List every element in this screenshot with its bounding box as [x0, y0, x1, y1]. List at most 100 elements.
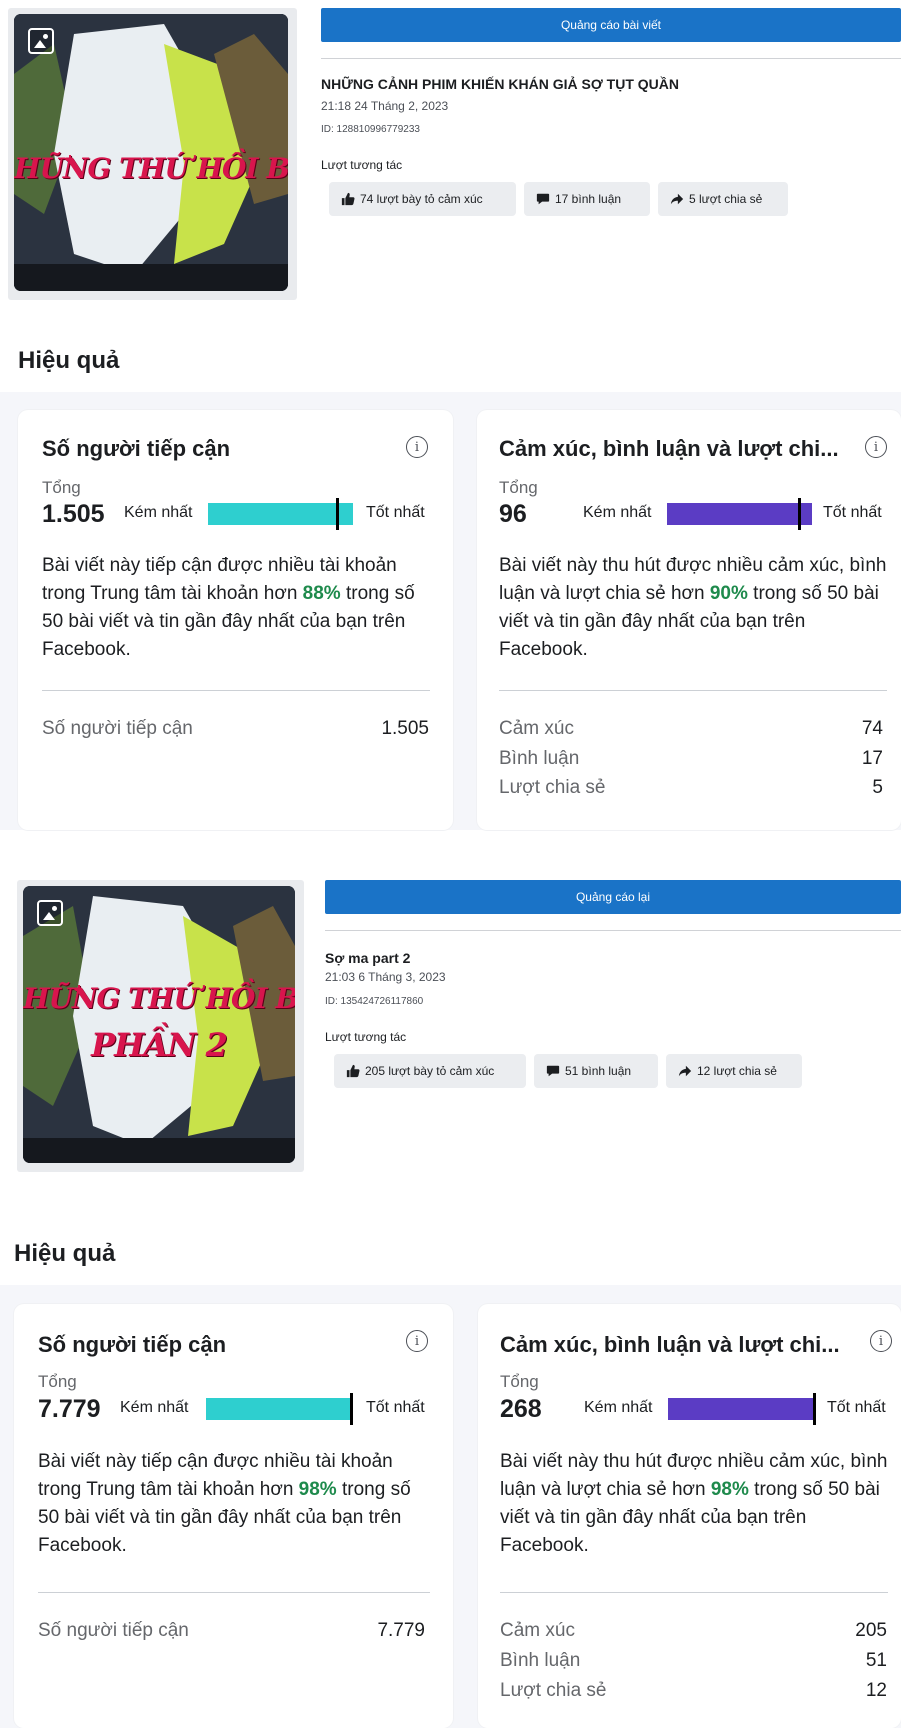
interactions-label: Lượt tương tác	[325, 1030, 407, 1044]
bar-remainder	[339, 503, 353, 525]
post-date: 21:03 6 Tháng 3, 2023	[325, 970, 446, 984]
header-divider	[325, 930, 901, 931]
thumbnail-caption-part: PHẦN 2	[91, 1026, 228, 1064]
interactions-label: Lượt tương tác	[321, 158, 403, 172]
reactions-count: 74 lượt bày tỏ cảm xúc	[360, 192, 483, 206]
media-icon	[37, 900, 63, 926]
engagement-bar	[667, 498, 812, 530]
info-icon[interactable]: i	[865, 436, 887, 458]
post-id: ID: 135424726117860	[325, 996, 424, 1007]
scale-high-label: Tốt nhất	[366, 1399, 425, 1416]
metric-value: 12	[865, 1680, 887, 1701]
reactions-chip[interactable]: 74 lượt bày tỏ cảm xúc	[329, 182, 516, 216]
metric-label: Số người tiếp cận	[38, 1620, 189, 1641]
percent-value: 98%	[298, 1479, 337, 1500]
metric-label: Bình luận	[499, 748, 580, 769]
card-divider	[38, 1592, 430, 1593]
performance-title: Hiệu quả	[14, 1240, 116, 1267]
thumbs-up-icon	[346, 1064, 360, 1078]
info-icon[interactable]: i	[406, 1330, 428, 1352]
total-value: 268	[500, 1395, 542, 1423]
media-icon	[28, 28, 54, 54]
metric-label: Cảm xúc	[500, 1620, 575, 1641]
reach-bar	[206, 1393, 353, 1425]
total-label: Tổng	[38, 1372, 77, 1391]
scale-low-label: Kém nhất	[120, 1399, 189, 1416]
scale-low-label: Kém nhất	[584, 1399, 653, 1416]
bar-fill	[668, 1398, 813, 1420]
total-label: Tổng	[500, 1372, 539, 1391]
post-thumbnail[interactable]: HỮNG THỨ HỒI BÉ SỢ VL S	[8, 8, 297, 300]
card-title: Số người tiếp cận	[42, 436, 231, 461]
metric-label: Lượt chia sẻ	[499, 777, 606, 798]
metric-label: Cảm xúc	[499, 718, 574, 739]
thumbnail-caption: HỮNG THỨ HỒI BÉ SỢ VL S	[23, 982, 295, 1015]
card-divider	[499, 690, 887, 691]
percent-value: 88%	[302, 583, 341, 604]
post-thumbnail[interactable]: HỮNG THỨ HỒI BÉ SỢ VL S PHẦN 2	[17, 880, 304, 1172]
post-title: Sợ ma part 2	[325, 950, 411, 966]
performance-title: Hiệu quả	[18, 347, 120, 374]
total-value: 7.779	[38, 1395, 101, 1423]
metric-value: 5	[872, 777, 883, 798]
thumbnail-image: HỮNG THỨ HỒI BÉ SỢ VL S PHẦN 2	[23, 886, 295, 1163]
thumbnail-image: HỮNG THỨ HỒI BÉ SỢ VL S	[14, 14, 288, 291]
info-icon[interactable]: i	[406, 436, 428, 458]
info-icon[interactable]: i	[870, 1330, 892, 1352]
thumbs-up-icon	[341, 192, 355, 206]
repromote-button[interactable]: Quảng cáo lại	[325, 880, 901, 914]
card-divider	[42, 690, 430, 691]
comment-icon	[546, 1065, 560, 1077]
card-divider	[500, 1592, 888, 1593]
engagement-card: Cảm xúc, bình luận và lượt chi... i Tổng…	[477, 410, 901, 830]
engagement-description: Bài viết này thu hút được nhiều cảm xúc,…	[499, 552, 891, 664]
bar-marker	[350, 1393, 353, 1425]
comment-icon	[536, 193, 550, 205]
percent-value: 90%	[709, 583, 748, 604]
scale-low-label: Kém nhất	[124, 504, 193, 521]
comments-count: 51 bình luận	[565, 1064, 632, 1078]
scale-low-label: Kém nhất	[583, 504, 652, 521]
header-divider	[321, 58, 901, 59]
engagement-bar	[668, 1393, 816, 1425]
bar-fill	[206, 1398, 350, 1420]
post-title: NHỮNG CẢNH PHIM KHIẾN KHÁN GIẢ SỢ TỤT QU…	[321, 76, 679, 92]
total-label: Tổng	[42, 478, 81, 497]
card-title: Số người tiếp cận	[38, 1332, 227, 1357]
total-label: Tổng	[499, 478, 538, 497]
scale-high-label: Tốt nhất	[827, 1399, 886, 1416]
reach-card: Số người tiếp cận i Tổng 1.505 Kém nhất …	[18, 410, 453, 830]
shares-count: 5 lượt chia sẻ	[689, 192, 763, 206]
metric-label: Bình luận	[500, 1650, 581, 1671]
comments-count: 17 bình luận	[555, 192, 622, 206]
metric-value: 1.505	[381, 718, 429, 739]
reactions-chip[interactable]: 205 lượt bày tỏ cảm xúc	[334, 1054, 526, 1088]
total-value: 96	[499, 500, 527, 528]
reach-description: Bài viết này tiếp cận được nhiều tài kho…	[38, 1448, 434, 1560]
reach-description: Bài viết này tiếp cận được nhiều tài kho…	[42, 552, 434, 664]
total-value: 1.505	[42, 500, 105, 528]
bar-remainder	[801, 503, 812, 525]
metric-value: 205	[855, 1620, 887, 1641]
shares-chip[interactable]: 5 lượt chia sẻ	[658, 182, 788, 216]
reach-card: Số người tiếp cận i Tổng 7.779 Kém nhất …	[14, 1304, 453, 1728]
metric-value: 7.779	[377, 1620, 425, 1641]
scale-high-label: Tốt nhất	[366, 504, 425, 521]
bar-fill	[667, 503, 798, 525]
comments-chip[interactable]: 51 bình luận	[534, 1054, 658, 1088]
bar-marker	[813, 1393, 816, 1425]
percent-value: 98%	[710, 1479, 749, 1500]
post-date: 21:18 24 Tháng 2, 2023	[321, 99, 449, 113]
card-title: Cảm xúc, bình luận và lượt chi...	[500, 1332, 840, 1357]
thumbnail-art	[23, 886, 295, 1163]
bar-fill	[208, 503, 336, 525]
engagement-description: Bài viết này thu hút được nhiều cảm xúc,…	[500, 1448, 896, 1560]
comments-chip[interactable]: 17 bình luận	[524, 182, 650, 216]
engagement-card: Cảm xúc, bình luận và lượt chi... i Tổng…	[478, 1304, 901, 1728]
promote-post-button[interactable]: Quảng cáo bài viết	[321, 8, 901, 42]
thumbnail-caption: HỮNG THỨ HỒI BÉ SỢ VL S	[14, 152, 288, 185]
shares-chip[interactable]: 12 lượt chia sẻ	[666, 1054, 802, 1088]
card-title: Cảm xúc, bình luận và lượt chi...	[499, 436, 839, 461]
scale-high-label: Tốt nhất	[823, 504, 882, 521]
reach-bar	[208, 498, 353, 530]
